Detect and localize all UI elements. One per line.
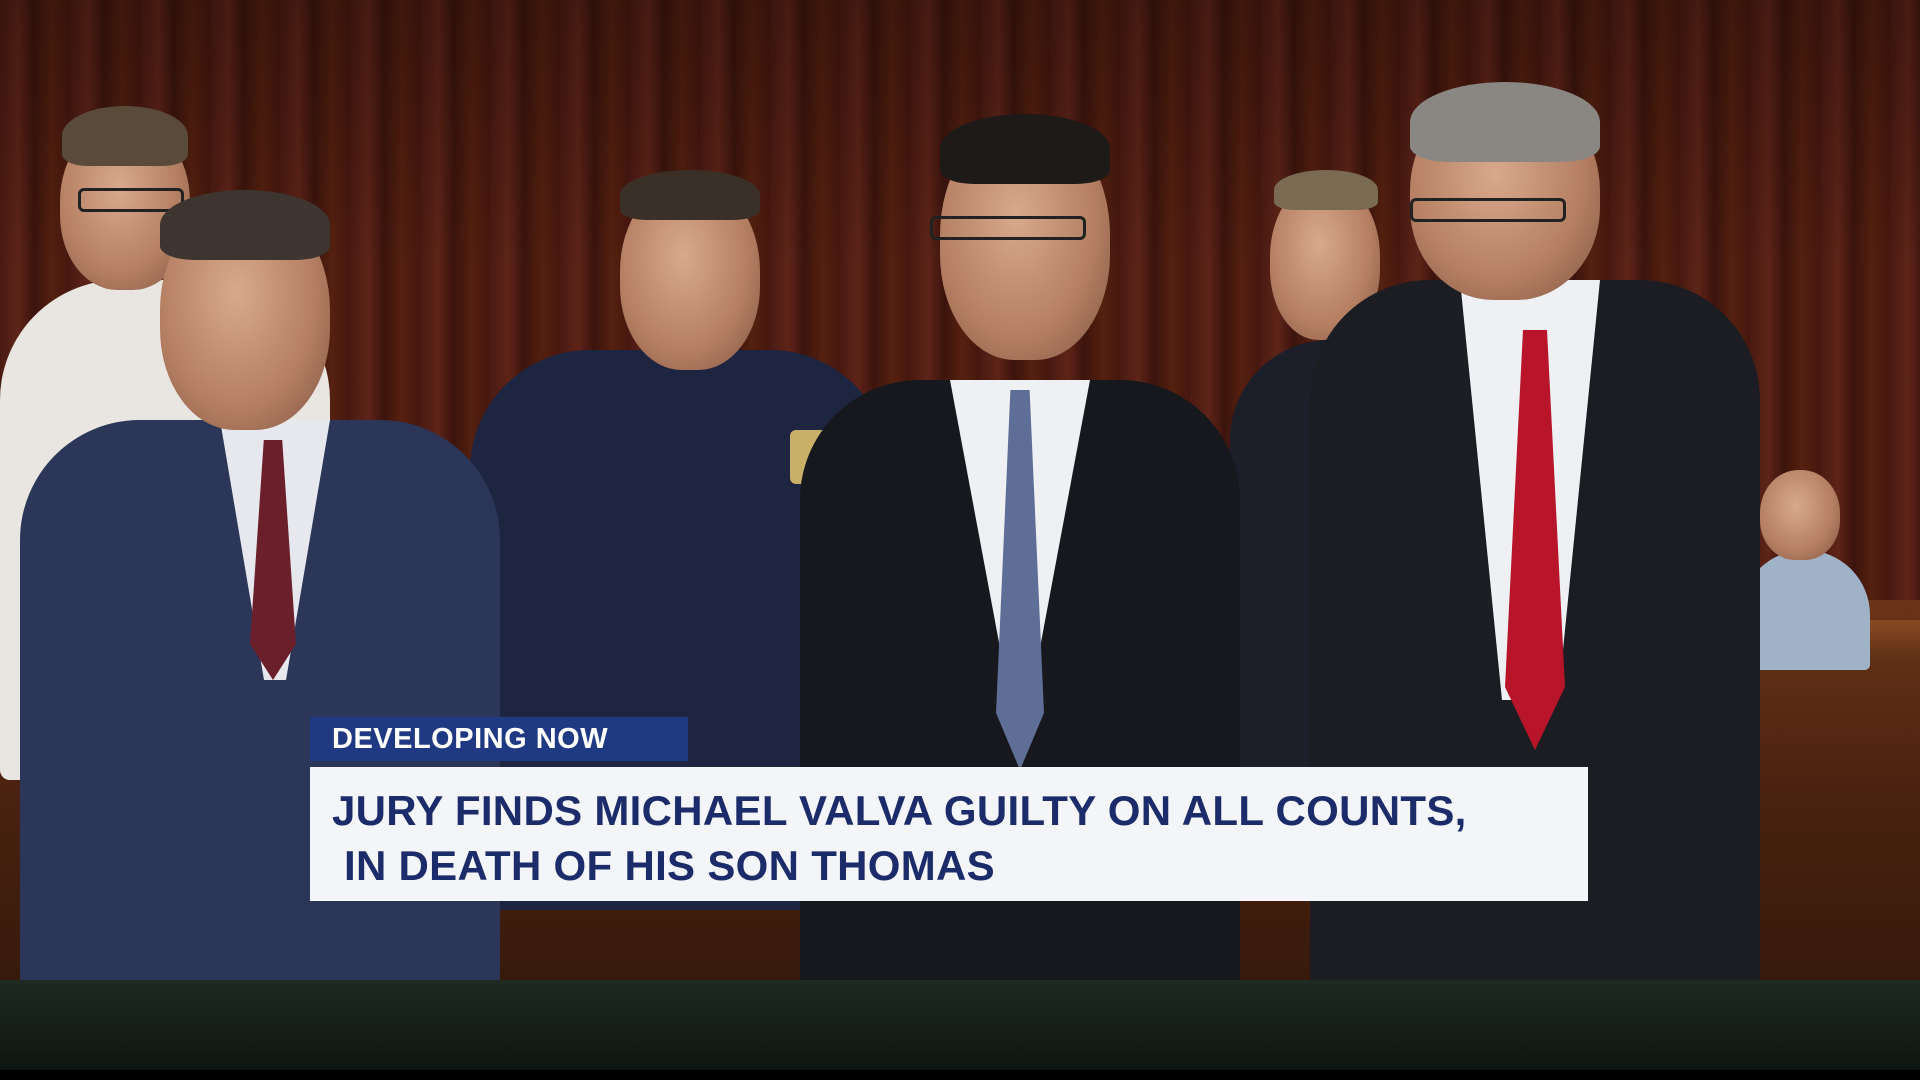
defense-table	[0, 980, 1920, 1080]
courtroom-scene	[0, 0, 1920, 1080]
headline-line-1: JURY FINDS MICHAEL VALVA GUILTY ON ALL C…	[332, 787, 1467, 834]
developing-now-tag: DEVELOPING NOW	[310, 717, 688, 761]
headline-banner: JURY FINDS MICHAEL VALVA GUILTY ON ALL C…	[310, 767, 1588, 901]
headline-line-2: IN DEATH OF HIS SON THOMAS	[332, 842, 995, 889]
bottom-letterbox-bar	[0, 1070, 1920, 1080]
